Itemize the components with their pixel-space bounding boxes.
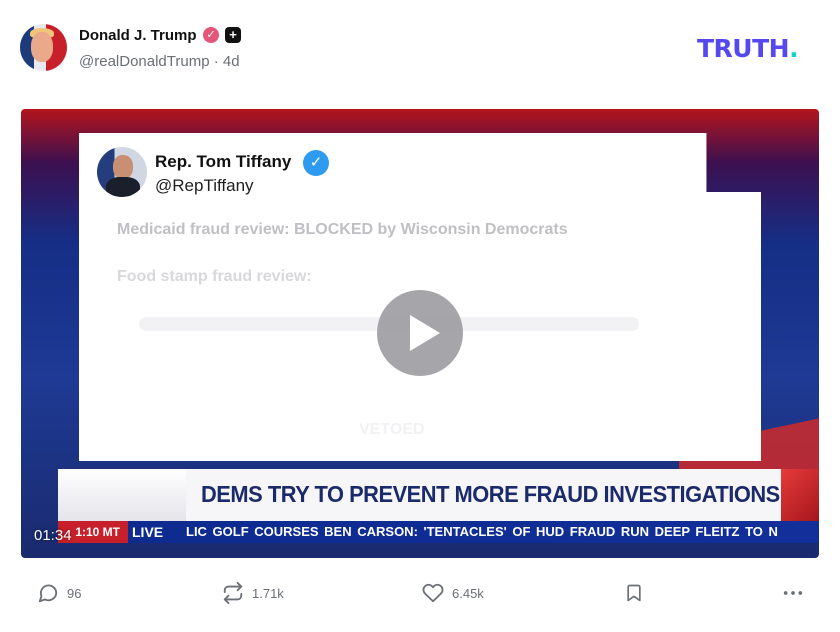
author-display-name[interactable]: Donald J. Trump	[79, 27, 197, 44]
more-options-button[interactable]	[782, 576, 804, 610]
author-handle-and-age[interactable]: @realDonaldTrump · 4d	[79, 53, 240, 70]
post-age[interactable]: 4d	[223, 53, 240, 70]
bookmark-icon	[627, 584, 641, 602]
author-handle[interactable]: @realDonaldTrump	[79, 53, 210, 70]
avatar-face	[31, 32, 53, 62]
like-button[interactable]: 6.45k	[422, 576, 484, 610]
tweet-text-line: Medicaid fraud review: BLOCKED by Wiscon…	[117, 221, 568, 238]
reply-count: 96	[67, 585, 82, 601]
bookmark-button[interactable]	[624, 576, 644, 610]
heart-icon	[422, 583, 444, 603]
ticker-text: LIC GOLF COURSES BEN CARSON: 'TENTACLES'…	[186, 524, 778, 539]
author-avatar[interactable]	[20, 24, 67, 71]
truth-logo-text: TRUTH	[697, 34, 790, 63]
chyron-accent	[781, 469, 819, 521]
tweet-avatar-face	[113, 155, 133, 179]
video-player[interactable]: Rep. Tom Tiffany ✓ @RepTiffany Medicaid …	[21, 109, 819, 558]
chyron-headline: DEMS TRY TO PREVENT MORE FRAUD INVESTIGA…	[201, 481, 780, 507]
tweet-verified-icon: ✓	[303, 150, 329, 176]
news-ticker: 1:10 MT LIVE LIC GOLF COURSES BEN CARSON…	[58, 521, 819, 543]
like-count: 6.45k	[452, 585, 484, 601]
tweet-avatar	[97, 147, 147, 197]
post-actions: 96 1.71k 6.45k	[0, 576, 840, 610]
retruth-icon	[223, 582, 243, 604]
retruth-count: 1.71k	[252, 585, 284, 601]
video-duration: 01:34	[34, 527, 72, 544]
reply-icon	[38, 584, 58, 603]
play-icon	[410, 315, 440, 351]
retruth-button[interactable]: 1.71k	[222, 576, 284, 610]
ticker-live-label: LIVE	[132, 524, 164, 540]
tweet-author-handle: @RepTiffany	[155, 176, 254, 195]
tweet-author-name: Rep. Tom Tiffany	[155, 152, 292, 171]
verified-check-icon: ✓	[203, 27, 219, 43]
tweet-text-line: VETOED	[359, 421, 425, 438]
reply-button[interactable]: 96	[37, 576, 81, 610]
more-dots-icon	[783, 591, 803, 595]
truth-logo-dot: .	[789, 34, 799, 63]
play-button[interactable]	[377, 290, 463, 376]
tweet-text-line: Food stamp fraud review:	[117, 268, 312, 285]
plus-badge-icon: +	[225, 27, 241, 43]
separator-dot: ·	[213, 53, 223, 70]
truth-social-logo[interactable]: TRUTH.	[697, 34, 799, 63]
chyron-logo-panel	[58, 469, 186, 521]
tweet-avatar-suit	[106, 177, 140, 197]
